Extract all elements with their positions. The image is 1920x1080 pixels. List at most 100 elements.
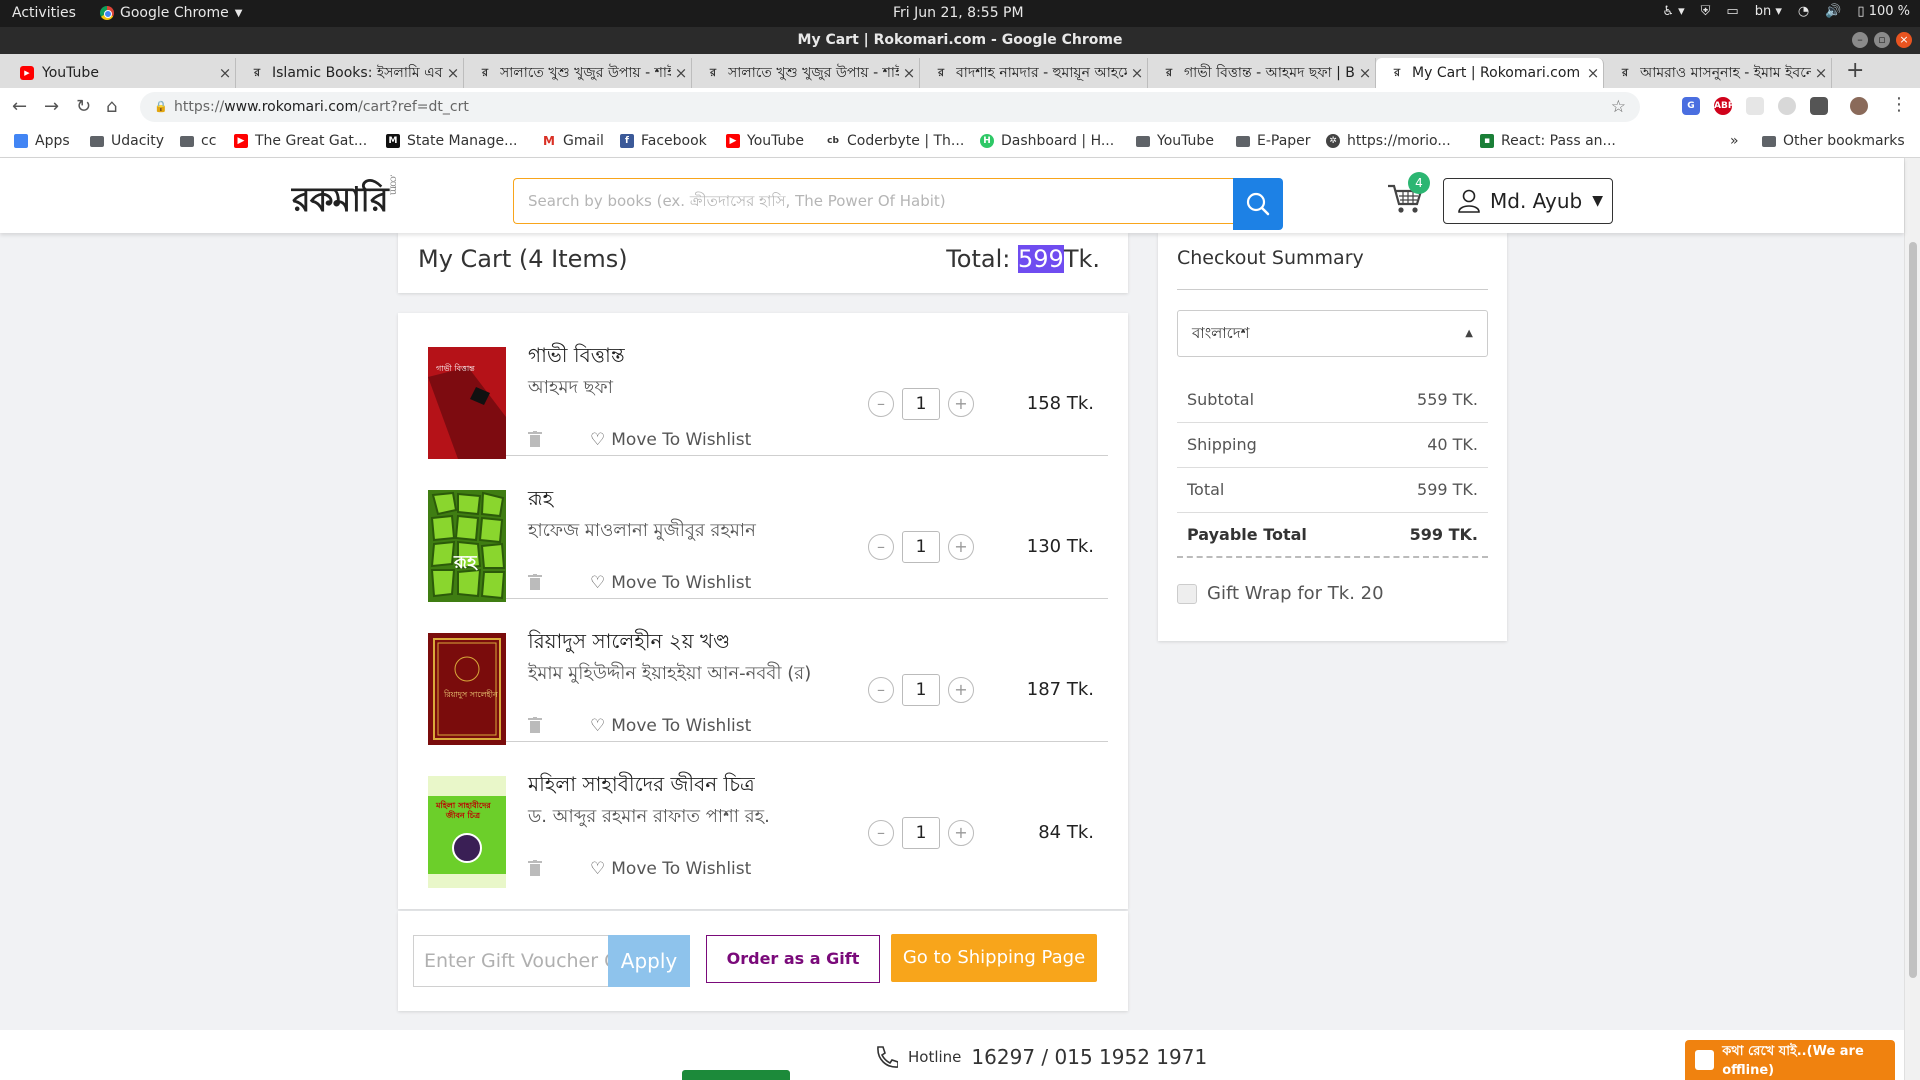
bookmark-apps[interactable]: Apps bbox=[14, 133, 70, 149]
move-to-wishlist-button[interactable]: ♡ Move To Wishlist bbox=[590, 859, 751, 879]
bookmark-react[interactable]: ▪ React: Pass an... bbox=[1480, 133, 1616, 149]
extension-icon[interactable] bbox=[1778, 97, 1796, 115]
more-menu-icon[interactable]: ⋮ bbox=[1890, 94, 1908, 115]
bookmark-youtube[interactable]: ▶ YouTube bbox=[726, 133, 804, 149]
search-input[interactable]: Search by books (ex. ক্রীতদাসের হাসি, Th… bbox=[513, 178, 1233, 224]
system-tray[interactable]: ♿ ▾ ⛨ ▭ bn ▾ ◔ 🔊 ▯ 100 % bbox=[1662, 4, 1910, 19]
decrease-qty-button[interactable]: – bbox=[868, 391, 894, 417]
item-author[interactable]: ড. আব্দুর রহমান রাফাত পাশা রহ. bbox=[528, 802, 770, 833]
book-cover[interactable]: মহিলা সাহাবীদের জীবন চিত্র bbox=[428, 776, 506, 888]
language-indicator[interactable]: bn ▾ bbox=[1755, 4, 1782, 19]
shield-icon[interactable]: ⛨ bbox=[1701, 4, 1711, 19]
scrollbar-thumb[interactable] bbox=[1909, 242, 1917, 978]
extension-icon[interactable] bbox=[1746, 97, 1764, 115]
tab-gabhi-bittanto[interactable]: র গাভী বিত্তান্ত - আহমদ ছফা | Bu × bbox=[1148, 58, 1376, 88]
bookmark-dashboard[interactable]: H Dashboard | H... bbox=[980, 133, 1114, 149]
quantity-input[interactable]: 1 bbox=[902, 531, 940, 563]
tab-youtube[interactable]: ▶ YouTube × bbox=[0, 58, 236, 88]
move-to-wishlist-button[interactable]: ♡ Move To Wishlist bbox=[590, 430, 751, 450]
trash-icon[interactable] bbox=[528, 431, 542, 447]
window-icon[interactable]: ▭ bbox=[1726, 4, 1738, 19]
maximize-icon[interactable]: ▫ bbox=[1874, 32, 1890, 48]
increase-qty-button[interactable]: + bbox=[948, 677, 974, 703]
translate-extension-icon[interactable]: G bbox=[1682, 97, 1700, 115]
home-icon[interactable]: ⌂ bbox=[106, 96, 117, 117]
bookmark-star-icon[interactable]: ☆ bbox=[1611, 92, 1626, 122]
accessibility-icon[interactable]: ♿ ▾ bbox=[1662, 4, 1684, 19]
move-to-wishlist-button[interactable]: ♡ Move To Wishlist bbox=[590, 573, 751, 593]
bookmark-facebook[interactable]: f Facebook bbox=[620, 133, 707, 149]
close-tab-icon[interactable]: × bbox=[671, 64, 691, 82]
bookmark-state-manage[interactable]: M State Manage... bbox=[386, 133, 517, 149]
bookmarks-overflow[interactable]: » bbox=[1730, 133, 1739, 149]
close-tab-icon[interactable]: × bbox=[215, 64, 235, 82]
app-menu[interactable]: Google Chrome ▼ bbox=[100, 5, 242, 21]
search-button[interactable] bbox=[1233, 178, 1283, 230]
decrease-qty-button[interactable]: – bbox=[868, 677, 894, 703]
bookmark-cc[interactable]: cc bbox=[180, 133, 216, 149]
bookmark-gmail[interactable]: M Gmail bbox=[542, 133, 604, 149]
tab-badshah-namdar[interactable]: র বাদশাহ নামদার - হুমায়ূন আহমে × bbox=[920, 58, 1148, 88]
trash-icon[interactable] bbox=[528, 574, 542, 590]
tab-my-cart[interactable]: র My Cart | Rokomari.com × bbox=[1376, 58, 1604, 88]
bookmark-morio[interactable]: ✲ https://morio... bbox=[1326, 133, 1451, 149]
increase-qty-button[interactable]: + bbox=[948, 391, 974, 417]
back-arrow-icon[interactable]: ← bbox=[12, 96, 27, 117]
close-tab-icon[interactable]: × bbox=[1583, 64, 1603, 82]
tab-islamic-books[interactable]: র Islamic Books: ইসলামি এব × bbox=[236, 58, 464, 88]
close-tab-icon[interactable]: × bbox=[899, 64, 919, 82]
quantity-input[interactable]: 1 bbox=[902, 388, 940, 420]
increase-qty-button[interactable]: + bbox=[948, 534, 974, 560]
bookmark-great-gatsby[interactable]: ▶ The Great Gat... bbox=[234, 133, 367, 149]
item-title[interactable]: রিয়াদুস সালেহীন ২য় খণ্ড bbox=[528, 627, 730, 660]
tab-masnunah[interactable]: র আমরাও মাসনুনাহ - ইমাম ইবনে × bbox=[1604, 58, 1832, 88]
gift-voucher-input[interactable]: Enter Gift Voucher Code bbox=[413, 935, 608, 987]
page-scrollbar[interactable] bbox=[1904, 158, 1920, 1080]
close-tab-icon[interactable]: × bbox=[443, 64, 463, 82]
user-menu-button[interactable]: Md. Ayub ▼ bbox=[1443, 178, 1613, 224]
wifi-icon[interactable]: ◔ bbox=[1798, 4, 1809, 19]
gift-wrap-checkbox[interactable] bbox=[1177, 583, 1197, 604]
book-cover[interactable]: রূহ bbox=[428, 490, 506, 602]
item-author[interactable]: ইমাম মুহিউদ্দীন ইয়াহইয়া আন-নববী (র) bbox=[528, 659, 811, 690]
quantity-input[interactable]: 1 bbox=[902, 674, 940, 706]
reload-icon[interactable]: ↻ bbox=[76, 96, 91, 117]
close-tab-icon[interactable]: × bbox=[1355, 64, 1375, 82]
new-tab-button[interactable]: + bbox=[1846, 58, 1864, 83]
decrease-qty-button[interactable]: – bbox=[868, 820, 894, 846]
profile-avatar[interactable] bbox=[1850, 97, 1868, 115]
tab-salate-1[interactable]: র সালাতে খুশু খুজুর উপায় - শাই × bbox=[464, 58, 692, 88]
quantity-input[interactable]: 1 bbox=[902, 817, 940, 849]
item-author[interactable]: হাফেজ মাওলানা মুজীবুর রহমান bbox=[528, 516, 756, 547]
clock[interactable]: Fri Jun 21, 8:55 PM bbox=[893, 5, 1024, 21]
item-title[interactable]: গাভী বিত্তান্ত bbox=[528, 341, 625, 374]
go-to-shipping-button[interactable]: Go to Shipping Page bbox=[891, 934, 1097, 982]
activities-button[interactable]: Activities bbox=[12, 5, 76, 21]
bookmark-udacity[interactable]: Udacity bbox=[90, 133, 164, 149]
close-window-icon[interactable]: × bbox=[1896, 32, 1912, 48]
country-select[interactable]: বাংলাদেশ ▲ bbox=[1177, 310, 1488, 357]
trash-icon[interactable] bbox=[528, 717, 542, 733]
gift-wrap-option[interactable]: Gift Wrap for Tk. 20 bbox=[1177, 583, 1384, 604]
book-cover[interactable]: রিয়াদুস সালেহীন bbox=[428, 633, 506, 745]
close-tab-icon[interactable]: × bbox=[1811, 64, 1831, 82]
bookmark-e-paper[interactable]: E-Paper bbox=[1236, 133, 1311, 149]
increase-qty-button[interactable]: + bbox=[948, 820, 974, 846]
site-logo[interactable]: রকমারি.com bbox=[292, 174, 399, 231]
bookmark-youtube-folder[interactable]: YouTube bbox=[1136, 133, 1214, 149]
minimize-icon[interactable]: – bbox=[1852, 32, 1868, 48]
bookmark-coderbyte[interactable]: cb Coderbyte | Th... bbox=[826, 133, 964, 149]
address-bar[interactable]: 🔒 https://www.rokomari.com/cart?ref=dt_c… bbox=[140, 92, 1640, 122]
item-author[interactable]: আহমদ ছফা bbox=[528, 373, 613, 404]
adblock-icon[interactable]: ABP bbox=[1714, 97, 1734, 115]
decrease-qty-button[interactable]: – bbox=[868, 534, 894, 560]
close-tab-icon[interactable]: × bbox=[1127, 64, 1147, 82]
order-as-gift-button[interactable]: Order as a Gift bbox=[706, 935, 880, 983]
battery-indicator[interactable]: ▯ 100 % bbox=[1857, 4, 1910, 19]
item-title[interactable]: রূহ bbox=[528, 484, 553, 517]
move-to-wishlist-button[interactable]: ♡ Move To Wishlist bbox=[590, 716, 751, 736]
tab-salate-2[interactable]: র সালাতে খুশু খুজুর উপায় - শাই × bbox=[692, 58, 920, 88]
apply-voucher-button[interactable]: Apply bbox=[608, 935, 690, 987]
live-chat-button[interactable]: কথা রেখে যাই..(We are offline) bbox=[1685, 1040, 1895, 1080]
book-cover[interactable]: গাভী বিত্তান্ত bbox=[428, 347, 506, 459]
